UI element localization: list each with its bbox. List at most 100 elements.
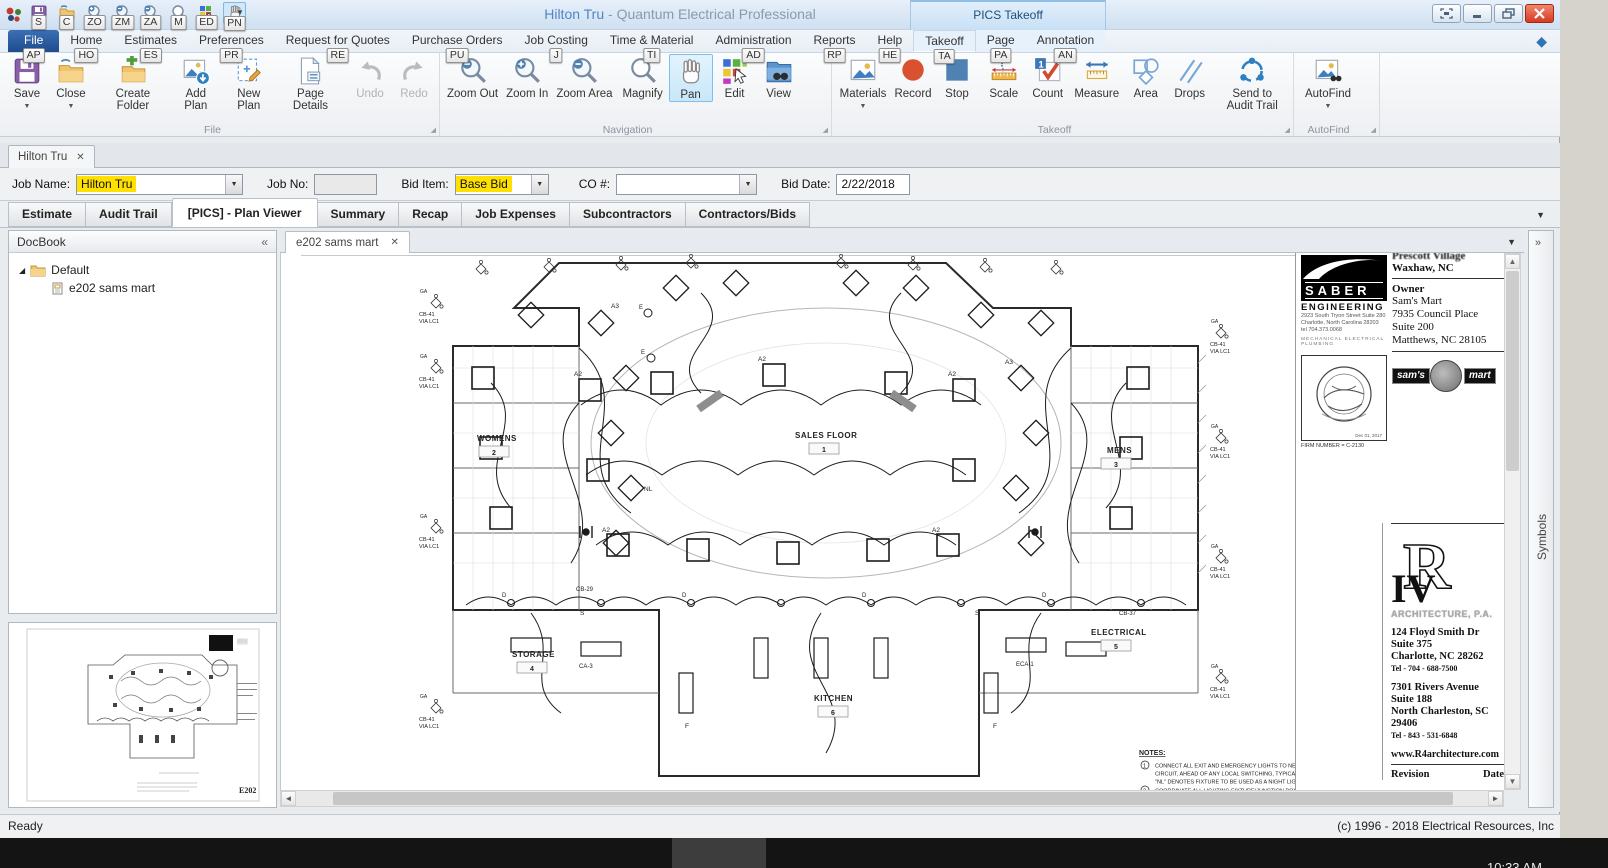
scroll-down-icon[interactable]: ▼: [1505, 774, 1520, 789]
scroll-left-icon[interactable]: ◄: [281, 791, 296, 806]
close-icon[interactable]: ✕: [76, 152, 84, 163]
tab-audit-trail[interactable]: Audit Trail: [86, 202, 172, 227]
expand-panel-icon[interactable]: »: [1535, 237, 1541, 249]
redo-button[interactable]: Redo: [392, 54, 436, 100]
subtab-overflow-icon[interactable]: ▼: [1536, 210, 1545, 220]
tab-estimate[interactable]: Estimate: [8, 202, 86, 227]
taskbar-item[interactable]: [672, 838, 766, 868]
add-plan-icon: [181, 56, 211, 86]
plan-viewer: e202 sams mart ✕ ▼: [280, 230, 1524, 810]
qat-magnify-button[interactable]: M: [167, 2, 190, 24]
tab-time-material[interactable]: Time & MaterialTI: [599, 30, 705, 52]
send-to-audit-trail-button[interactable]: Send to Audit Trail: [1214, 54, 1290, 112]
undo-button[interactable]: Undo: [348, 54, 392, 100]
bid-date-field[interactable]: 2/22/2018: [836, 174, 910, 195]
qat-zoom-in-button[interactable]: ZM: [111, 2, 134, 24]
scroll-up-icon[interactable]: ▲: [1505, 254, 1520, 269]
autofind-button[interactable]: AutoFind▼: [1297, 54, 1359, 113]
ribbon-group-file: Save▼ Close▼ Create Folder Add Plan New …: [2, 53, 440, 136]
zoom-in-button[interactable]: Zoom In: [502, 54, 552, 100]
dialog-launcher-icon[interactable]: ◢: [431, 126, 436, 134]
svg-text:VIA LC1: VIA LC1: [419, 319, 439, 325]
minimize-button[interactable]: [1463, 4, 1492, 23]
dialog-launcher-icon[interactable]: ◢: [1285, 126, 1290, 134]
chevron-down-icon[interactable]: ▼: [225, 175, 242, 194]
close-icon[interactable]: ✕: [390, 237, 398, 248]
tab-request-for-quotes[interactable]: Request for QuotesRE: [275, 30, 401, 52]
restore-button[interactable]: [1494, 4, 1523, 23]
keytip: PN: [223, 16, 246, 31]
tab-job-expenses[interactable]: Job Expenses: [462, 202, 570, 227]
tab-pics-plan-viewer[interactable]: [PICS] - Plan Viewer: [172, 198, 318, 227]
keytip: TA: [934, 49, 955, 64]
pan-button[interactable]: Pan: [669, 54, 713, 102]
area-button[interactable]: Area: [1124, 54, 1168, 100]
collapse-panel-icon[interactable]: «: [261, 235, 268, 249]
horizontal-scrollbar[interactable]: ◄ ►: [280, 790, 1504, 807]
tab-subcontractors[interactable]: Subcontractors: [570, 202, 686, 227]
qat-zoom-area-button[interactable]: ZA: [139, 2, 162, 24]
tab-administration[interactable]: AdministrationAD: [704, 30, 802, 52]
tab-estimates[interactable]: EstimatesES: [113, 30, 188, 52]
chevron-down-icon[interactable]: ▼: [739, 175, 756, 194]
close-button[interactable]: [1525, 4, 1554, 23]
co-number-combo[interactable]: ▼: [616, 174, 757, 195]
tab-takeoff[interactable]: TakeoffTA: [913, 30, 975, 52]
tab-purchase-orders[interactable]: Purchase OrdersPU: [401, 30, 514, 52]
info-diamond-icon[interactable]: ◆: [1536, 33, 1547, 50]
tab-job-costing[interactable]: Job CostingJ: [514, 30, 599, 52]
plan-canvas[interactable]: DDDD EE A2A2A2 A2A2 A3A3 NL FF SS: [280, 253, 1504, 790]
tab-reports[interactable]: ReportsRP: [803, 30, 867, 52]
tab-home[interactable]: HomeHO: [59, 30, 113, 52]
app-icon[interactable]: [5, 6, 23, 24]
dialog-launcher-icon[interactable]: ◢: [1371, 126, 1376, 134]
keytip: PA: [990, 48, 1011, 63]
job-no-field[interactable]: [314, 174, 377, 195]
qat-close-button[interactable]: C: [55, 2, 78, 24]
qat-zoom-out-button[interactable]: ZO: [83, 2, 106, 24]
qat-save-button[interactable]: S: [27, 2, 50, 24]
scrollbar-thumb[interactable]: [333, 792, 1453, 805]
job-no-label: Job No:: [267, 177, 308, 191]
fullscreen-button[interactable]: [1432, 4, 1461, 23]
symbols-panel-collapsed[interactable]: » Symbols: [1528, 230, 1554, 808]
tab-summary[interactable]: Summary: [318, 202, 400, 227]
add-plan-button[interactable]: Add Plan: [170, 54, 222, 112]
chevron-down-icon[interactable]: ▼: [531, 175, 548, 194]
tab-page[interactable]: PagePA: [976, 30, 1026, 52]
tree-folder-default[interactable]: ◢ Default: [9, 261, 276, 279]
qat-edit-button[interactable]: ED: [195, 2, 218, 24]
scroll-right-icon[interactable]: ►: [1488, 791, 1503, 806]
saber-engineering-label: ENGINEERING: [1301, 302, 1389, 313]
symbols-panel-label: Symbols: [1535, 496, 1549, 560]
document-tab-hilton-tru[interactable]: Hilton Tru ✕: [8, 145, 95, 168]
dialog-launcher-icon[interactable]: ◢: [823, 126, 828, 134]
svg-text:VIA LC1: VIA LC1: [1210, 349, 1230, 355]
tab-help[interactable]: HelpHE: [867, 30, 914, 52]
tab-file[interactable]: FileAP: [8, 30, 59, 52]
bid-item-combo[interactable]: Base Bid ▼: [455, 174, 549, 195]
svg-text:GA: GA: [420, 514, 428, 520]
viewer-tab-e202[interactable]: e202 sams mart ✕: [285, 231, 410, 253]
tree-item-plan[interactable]: e202 sams mart: [9, 279, 276, 297]
desktop-taskbar[interactable]: 10:33 AM: [0, 838, 1608, 868]
svg-text:GA: GA: [420, 289, 428, 295]
dropdown-arrow-icon: ▼: [860, 101, 867, 113]
svg-text:NOTES:: NOTES:: [1139, 750, 1165, 757]
viewer-tab-overflow-icon[interactable]: ▼: [1507, 237, 1516, 247]
tab-contractors-bids[interactable]: Contractors/Bids: [686, 202, 810, 227]
copyright-text: (c) 1996 - 2018 Electrical Resources, In…: [1337, 819, 1554, 833]
job-name-combo[interactable]: Hilton Tru ▼: [76, 174, 243, 195]
svg-text:MENS: MENS: [1107, 446, 1132, 455]
svg-text:GA: GA: [1211, 424, 1219, 430]
tab-recap[interactable]: Recap: [399, 202, 462, 227]
tab-preferences[interactable]: PreferencesPR: [188, 30, 275, 52]
drops-button[interactable]: Drops: [1168, 54, 1212, 100]
measure-button[interactable]: Measure: [1070, 54, 1124, 100]
scrollbar-thumb[interactable]: [1506, 271, 1519, 471]
tab-annotation[interactable]: AnnotationAN: [1026, 30, 1105, 52]
tree-expander-icon[interactable]: ◢: [19, 266, 25, 275]
vertical-scrollbar[interactable]: ▲ ▼: [1504, 253, 1521, 790]
svg-text:CB-41: CB-41: [419, 537, 435, 543]
thumbnail-navigator[interactable]: ▒▒▒ E202: [8, 622, 277, 808]
